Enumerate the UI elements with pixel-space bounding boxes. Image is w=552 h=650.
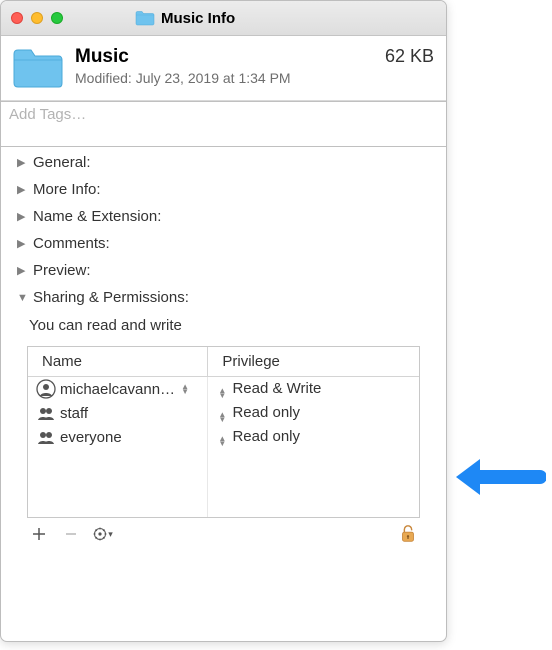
lock-button[interactable] xyxy=(398,524,418,544)
perm-user-name: staff xyxy=(60,405,88,422)
privilege-cell[interactable]: ▲▼ Read only xyxy=(208,425,419,449)
group-icon xyxy=(36,427,56,447)
perm-privilege: Read only xyxy=(232,428,300,445)
folder-icon xyxy=(11,46,65,90)
section-label: More Info: xyxy=(33,181,101,198)
disclosure-right-icon: ▶ xyxy=(17,183,29,196)
table-row[interactable]: michaelcavann… ▲▼ ▲▼ Read & Write xyxy=(28,377,419,402)
perm-privilege: Read & Write xyxy=(232,380,321,397)
item-name: Music xyxy=(75,46,129,68)
callout-arrow-icon xyxy=(450,452,546,502)
chevron-down-icon: ▾ xyxy=(108,529,113,540)
sections: ▶ General: ▶ More Info: ▶ Name & Extensi… xyxy=(1,147,446,552)
section-comments[interactable]: ▶ Comments: xyxy=(1,230,446,257)
titlebar[interactable]: Music Info xyxy=(1,1,446,36)
disclosure-down-icon: ▼ xyxy=(17,292,29,304)
section-preview[interactable]: ▶ Preview: xyxy=(1,257,446,284)
close-button[interactable] xyxy=(11,12,23,24)
table-row[interactable]: everyone ▲▼ Read only xyxy=(28,425,419,449)
section-label: Name & Extension: xyxy=(33,208,161,225)
user-icon xyxy=(36,379,56,399)
traffic-lights xyxy=(11,12,63,24)
privilege-cell[interactable]: ▲▼ Read only xyxy=(208,401,419,425)
disclosure-right-icon: ▶ xyxy=(17,237,29,250)
add-button[interactable] xyxy=(29,524,49,544)
stepper-icon[interactable]: ▲▼ xyxy=(181,384,189,394)
folder-icon xyxy=(135,10,155,26)
stepper-icon: ▲▼ xyxy=(218,388,226,398)
group-icon xyxy=(36,403,56,423)
perm-user-name: michaelcavann… xyxy=(60,381,175,398)
disclosure-right-icon: ▶ xyxy=(17,264,29,277)
section-label: Sharing & Permissions: xyxy=(33,289,189,306)
privilege-cell[interactable]: ▲▼ Read & Write xyxy=(208,377,419,402)
perm-privilege: Read only xyxy=(232,404,300,421)
info-window: Music Info Music 62 KB Modified: July 23… xyxy=(0,0,447,642)
remove-button[interactable] xyxy=(61,524,81,544)
modified-label: Modified: xyxy=(75,70,132,86)
modified-value: July 23, 2019 at 1:34 PM xyxy=(136,70,291,86)
section-general[interactable]: ▶ General: xyxy=(1,149,446,176)
column-header-privilege[interactable]: Privilege xyxy=(208,347,419,377)
section-name-extension[interactable]: ▶ Name & Extension: xyxy=(1,203,446,230)
tags-input[interactable]: Add Tags… xyxy=(1,101,446,147)
window-title: Music Info xyxy=(161,10,235,27)
item-size: 62 KB xyxy=(385,46,434,67)
permissions-toolbar: ▾ xyxy=(1,520,446,550)
section-label: Preview: xyxy=(33,262,91,279)
permissions-note: You can read and write xyxy=(1,311,446,342)
action-menu-button[interactable]: ▾ xyxy=(93,524,113,544)
disclosure-right-icon: ▶ xyxy=(17,156,29,169)
perm-user-name: everyone xyxy=(60,429,122,446)
table-row[interactable]: staff ▲▼ Read only xyxy=(28,401,419,425)
permissions-table: Name Privilege xyxy=(27,346,420,518)
minimize-button[interactable] xyxy=(31,12,43,24)
header-section: Music 62 KB Modified: July 23, 2019 at 1… xyxy=(1,36,446,101)
disclosure-right-icon: ▶ xyxy=(17,210,29,223)
section-more-info[interactable]: ▶ More Info: xyxy=(1,176,446,203)
section-label: General: xyxy=(33,154,91,171)
section-label: Comments: xyxy=(33,235,110,252)
tags-placeholder: Add Tags… xyxy=(9,106,86,123)
column-header-name[interactable]: Name xyxy=(28,347,208,377)
stepper-icon: ▲▼ xyxy=(218,412,226,422)
stepper-icon: ▲▼ xyxy=(218,436,226,446)
zoom-button[interactable] xyxy=(51,12,63,24)
section-sharing-permissions[interactable]: ▼ Sharing & Permissions: xyxy=(1,284,446,311)
